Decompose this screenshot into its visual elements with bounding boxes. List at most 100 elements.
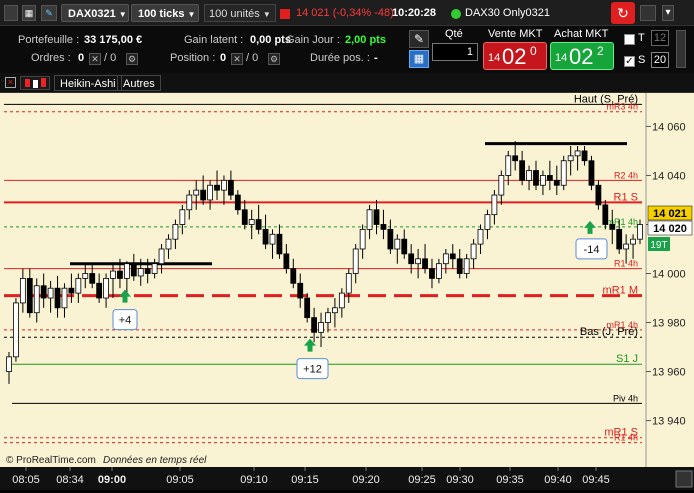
candle-body xyxy=(200,189,207,201)
keypad-icon[interactable]: ▦ xyxy=(409,50,429,68)
candle-body xyxy=(630,238,636,245)
x-tick-label: 08:05 xyxy=(12,474,40,486)
panel-scrollbar[interactable] xyxy=(676,30,686,68)
level-label: R1 4h xyxy=(614,433,638,443)
signal-label: +4 xyxy=(119,315,132,327)
candle-body xyxy=(422,258,428,269)
candle-body xyxy=(165,238,172,250)
candle-body xyxy=(533,170,539,186)
candle-body xyxy=(540,175,546,186)
settings-icon[interactable]: ⚙ xyxy=(126,53,138,65)
candle-body xyxy=(484,214,491,230)
price-chart[interactable]: 14 060 14 040 14 020 14 000 13 980 13 960 13 9… xyxy=(0,93,694,490)
scroll-handle[interactable] xyxy=(675,470,693,488)
top-toolbar: ▦ ✎ DAX0321 ▼ 100 ticks ▼ 100 unités ▼ 1… xyxy=(0,0,694,26)
clock: 10:20:28 xyxy=(392,7,437,19)
signal-label: +12 xyxy=(303,364,322,376)
candle-body xyxy=(89,273,96,284)
candle-body xyxy=(415,258,422,265)
signal-label: -14 xyxy=(584,244,600,256)
candle-body xyxy=(68,287,75,294)
candle-body xyxy=(546,175,553,181)
candle-body xyxy=(179,209,186,225)
candle-body xyxy=(436,263,442,279)
candle-body xyxy=(366,209,373,230)
level-label: S1 J xyxy=(616,353,638,365)
chevron-down-icon[interactable]: ▾ xyxy=(662,5,674,21)
sell-market-button[interactable]: 14 02 0 xyxy=(483,42,547,70)
candle-body xyxy=(290,268,297,284)
t-checkbox[interactable] xyxy=(624,34,635,45)
candle-body xyxy=(262,228,269,245)
candle-body xyxy=(40,285,47,299)
candle-body xyxy=(311,317,317,333)
others-button[interactable]: Autres xyxy=(117,75,161,91)
candle-body xyxy=(186,194,193,211)
position-value: 0 xyxy=(220,52,227,64)
x-tick-label: 09:25 xyxy=(408,474,436,486)
candle-body xyxy=(283,253,290,269)
t-input[interactable]: 12 xyxy=(651,30,669,46)
candle-body xyxy=(553,179,560,186)
close-position-icon[interactable]: ✕ xyxy=(231,53,243,65)
duration-label: Durée pos. : xyxy=(310,52,370,64)
qty-label: Qté xyxy=(445,28,463,40)
chevron-down-icon: ▼ xyxy=(187,10,196,19)
connection-status-icon xyxy=(451,9,461,19)
candle-type-icon[interactable] xyxy=(20,76,50,90)
refresh-icon[interactable]: ↻ xyxy=(611,2,635,24)
x-tick-label: 08:34 xyxy=(56,474,84,486)
buy-market-button[interactable]: 14 02 2 xyxy=(550,42,614,70)
quote-down-icon xyxy=(280,9,290,19)
trading-panel: Portefeuille : 33 175,00 € Gain latent :… xyxy=(0,26,694,73)
unrealized-value: 0,00 pts xyxy=(250,34,291,46)
qty-input[interactable]: 1 xyxy=(432,43,478,61)
instrument-selector[interactable]: DAX0321 ▼ xyxy=(61,4,129,22)
candle-body xyxy=(505,155,512,176)
y-tick-label: 13 960 xyxy=(652,367,686,379)
candle-body xyxy=(359,228,366,250)
candle-body xyxy=(567,155,574,162)
candle-body xyxy=(595,184,602,206)
s-checkbox[interactable]: ✓ xyxy=(624,56,635,67)
candle-body xyxy=(47,287,54,299)
candle-body xyxy=(158,248,165,265)
s-input[interactable]: 20 xyxy=(651,52,669,68)
level-label: mR3 4h xyxy=(606,102,638,112)
split-view-icon[interactable] xyxy=(640,5,656,21)
daygain-label: Gain Jour : xyxy=(286,34,340,46)
daygain-value: 2,00 pts xyxy=(345,34,386,46)
candle-body xyxy=(241,209,248,225)
candle-body xyxy=(75,278,82,294)
tools-icon[interactable]: ✎ xyxy=(409,30,429,48)
candle-body xyxy=(117,270,123,279)
grid-icon[interactable]: ▦ xyxy=(22,5,36,21)
y-tick-label: 13 980 xyxy=(652,318,686,330)
close-icon[interactable]: × xyxy=(5,77,16,88)
unrealized-label: Gain latent : xyxy=(184,34,244,46)
candle-body xyxy=(470,243,477,260)
period-selector[interactable]: 100 ticks ▼ xyxy=(131,4,199,22)
candle-body xyxy=(512,155,519,162)
buy-label: Achat MKT xyxy=(554,28,609,40)
cancel-orders-icon[interactable]: ✕ xyxy=(89,53,101,65)
x-tick-label: 09:00 xyxy=(98,474,126,486)
chevron-down-icon: ▼ xyxy=(262,10,271,19)
level-label: mR1 M xyxy=(603,285,638,297)
y-tick-label: 14 040 xyxy=(652,170,686,182)
position-label: Position : xyxy=(170,52,216,64)
heikin-ashi-button[interactable]: Heikin-Ashi xyxy=(54,75,122,91)
orders-total: / 0 xyxy=(104,52,117,64)
tools-icon[interactable]: ✎ xyxy=(41,5,57,21)
candle-body xyxy=(54,287,61,309)
candle-body xyxy=(380,224,387,230)
footer-brand: © ProRealTime.com xyxy=(6,455,96,466)
x-tick-label: 09:45 xyxy=(582,474,610,486)
settings-icon[interactable]: ⚙ xyxy=(268,53,280,65)
units-selector[interactable]: 100 unités ▼ xyxy=(204,4,276,22)
candle-body xyxy=(6,356,12,372)
candle-body xyxy=(130,263,137,277)
menu-icon[interactable] xyxy=(4,5,18,21)
candle-body xyxy=(581,150,588,162)
duration-value: - xyxy=(374,52,378,64)
